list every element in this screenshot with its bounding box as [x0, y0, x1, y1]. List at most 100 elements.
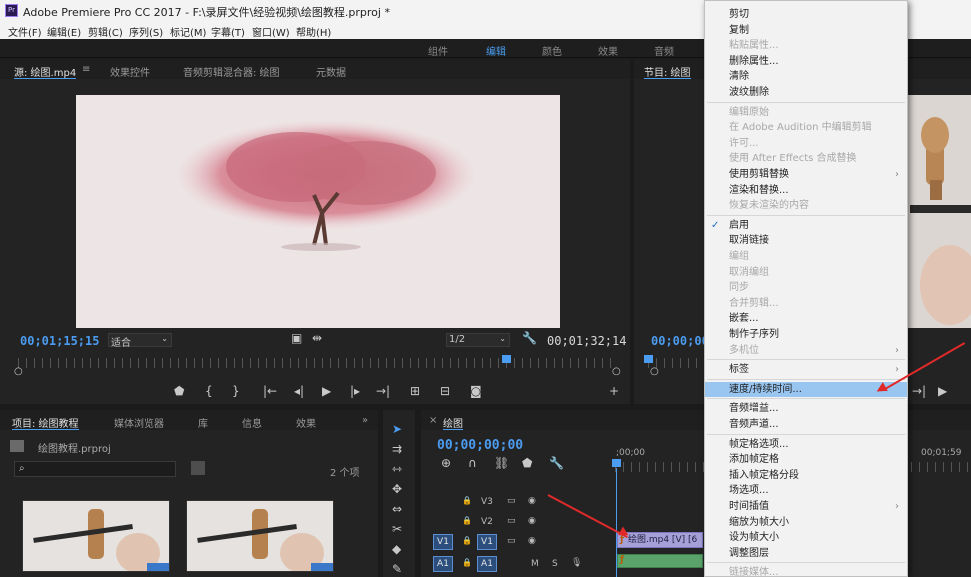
solo-button[interactable]: S	[552, 559, 558, 569]
eye-icon[interactable]: ◉	[528, 496, 536, 506]
menu-item[interactable]: 帮助(H)	[296, 24, 331, 39]
overwrite-icon[interactable]: ⊟	[440, 384, 450, 398]
source-tab[interactable]: 音频剪辑混合器: 绘图	[183, 64, 280, 79]
lock-icon[interactable]: 🔒	[462, 496, 472, 505]
project-search-input[interactable]: ⌕	[14, 461, 176, 477]
context-menu-item[interactable]: 场选项...	[705, 483, 907, 498]
project-tab[interactable]: 项目: 绘图教程	[12, 415, 79, 430]
fit-dropdown[interactable]: 适合 ⌄	[108, 333, 172, 349]
video-clip[interactable]: ƒ 绘图.mp4 [V] [6	[617, 532, 703, 548]
snap-icon[interactable]: ∩	[468, 456, 477, 470]
menu-item[interactable]: 剪辑(C)	[88, 24, 123, 39]
context-menu-item[interactable]: 嵌套...	[705, 311, 907, 326]
new-bin-from-search-icon[interactable]	[191, 461, 205, 475]
add-marker-icon[interactable]: ⬟	[174, 384, 184, 398]
insert-icon[interactable]: ⊞	[410, 384, 420, 398]
context-menu-item[interactable]: 使用剪辑替换 ›	[705, 167, 907, 182]
source-tab[interactable]: 元数据	[316, 64, 346, 79]
sync-lock-icon[interactable]: ▭	[507, 536, 516, 546]
in-handle-icon[interactable]: ○	[14, 366, 23, 377]
tab-program[interactable]: 节目: 绘图	[644, 64, 691, 79]
step-forward-icon[interactable]: |▸	[350, 384, 360, 398]
insert-marker-icon[interactable]: ⇹	[312, 331, 322, 345]
project-clip-thumbnail[interactable]	[22, 500, 170, 572]
source-timecode[interactable]: 00;01;15;15	[20, 334, 99, 348]
context-menu-item[interactable]: ✓ 启用	[705, 218, 907, 233]
razor-tool-icon[interactable]: ✂	[392, 522, 402, 536]
program-timecode[interactable]: 00;00;00	[651, 334, 709, 348]
workspace-tab[interactable]: 音频	[654, 43, 674, 58]
context-menu-item[interactable]: 标签 ›	[705, 362, 907, 377]
button-editor-icon[interactable]: +	[609, 384, 619, 398]
source-patch-toggle[interactable]: A1	[433, 556, 453, 572]
context-menu-item[interactable]: 剪切	[705, 7, 907, 22]
context-menu-item[interactable]: 制作子序列	[705, 327, 907, 342]
microphone-icon[interactable]: 🎙	[571, 558, 582, 568]
out-handle-icon[interactable]: ○	[612, 366, 621, 377]
nest-toggle-icon[interactable]: ⊕	[441, 456, 451, 470]
context-menu-item[interactable]: 渲染和替换...	[705, 183, 907, 198]
menu-item[interactable]: 字幕(T)	[211, 24, 245, 39]
timeline-settings-icon[interactable]: 🔧	[549, 456, 564, 470]
project-tab[interactable]: 信息	[242, 415, 262, 430]
project-tab[interactable]: 媒体浏览器	[114, 415, 164, 430]
rate-stretch-tool-icon[interactable]: ⇔	[392, 502, 402, 516]
project-tab[interactable]: 库	[198, 415, 208, 430]
track-name[interactable]: A1	[477, 556, 497, 572]
timeline-timecode[interactable]: 00;00;00;00	[437, 438, 523, 453]
close-icon[interactable]: ×	[429, 415, 437, 426]
lock-icon[interactable]: 🔒	[462, 516, 472, 525]
context-menu-item[interactable]: 删除属性...	[705, 54, 907, 69]
sync-lock-icon[interactable]: ▭	[507, 516, 516, 526]
workspace-tab[interactable]: 颜色	[542, 43, 562, 58]
source-tab[interactable]: 效果控件	[110, 64, 150, 79]
context-menu-item[interactable]: 波纹删除	[705, 85, 907, 100]
mute-button[interactable]: M	[531, 559, 539, 569]
add-marker-icon[interactable]: ⬟	[522, 456, 532, 470]
rolling-edit-tool-icon[interactable]: ✥	[392, 482, 402, 496]
go-to-in-icon[interactable]: |←	[263, 384, 277, 398]
menu-item[interactable]: 编辑(E)	[47, 24, 81, 39]
track-name[interactable]: V2	[481, 517, 493, 527]
tab-sequence[interactable]: 绘图	[443, 415, 463, 430]
context-menu-item[interactable]: 取消链接	[705, 233, 907, 248]
context-menu-item[interactable]: 插入帧定格分段	[705, 468, 907, 483]
context-menu-item[interactable]: 音频增益...	[705, 401, 907, 416]
program-playhead[interactable]	[644, 355, 653, 363]
menu-item[interactable]: 窗口(W)	[252, 24, 290, 39]
source-patch-toggle[interactable]: V1	[433, 534, 453, 550]
workspace-tab[interactable]: 效果	[598, 43, 618, 58]
workspace-tab[interactable]: 组件	[428, 43, 448, 58]
project-clip-thumbnail[interactable]	[186, 500, 334, 572]
project-tab[interactable]: 效果	[296, 415, 316, 430]
slip-tool-icon[interactable]: ◆	[392, 542, 401, 556]
panel-menu-icon[interactable]: ≡	[82, 64, 90, 75]
linked-selection-icon[interactable]: ⛓	[494, 456, 509, 470]
track-name[interactable]: V1	[477, 534, 497, 550]
context-menu-item[interactable]: 添加帧定格	[705, 452, 907, 467]
context-menu-item[interactable]: 清除	[705, 69, 907, 84]
context-menu-item[interactable]: 帧定格选项...	[705, 437, 907, 452]
track-select-tool-icon[interactable]: ⇉	[392, 442, 402, 456]
context-menu-item[interactable]: 复制	[705, 23, 907, 38]
timeline-playhead[interactable]	[612, 459, 621, 467]
eye-icon[interactable]: ◉	[528, 536, 536, 546]
mark-out-icon[interactable]: }	[232, 384, 240, 398]
sync-lock-icon[interactable]: ▭	[507, 496, 516, 506]
play-icon[interactable]: ▶	[322, 384, 331, 398]
mark-in-icon[interactable]: {	[205, 384, 213, 398]
go-to-out-icon[interactable]: →|	[376, 384, 390, 398]
expand-panels-icon[interactable]: »	[362, 415, 368, 426]
program-in-handle-icon[interactable]: ○	[650, 366, 659, 377]
context-menu-item[interactable]: 时间插值 ›	[705, 499, 907, 514]
lock-icon[interactable]: 🔒	[462, 558, 472, 567]
lock-icon[interactable]: 🔒	[462, 536, 472, 545]
menu-item[interactable]: 序列(S)	[129, 24, 163, 39]
track-name[interactable]: V3	[481, 497, 493, 507]
pen-tool-icon[interactable]: ✎	[392, 562, 402, 576]
program-play-icon[interactable]: ▶	[938, 384, 947, 398]
export-frame-icon[interactable]: ▣	[291, 331, 302, 345]
selection-tool-icon[interactable]: ➤	[392, 422, 402, 436]
program-go-to-out-icon[interactable]: →|	[912, 384, 926, 398]
eye-icon[interactable]: ◉	[528, 516, 536, 526]
